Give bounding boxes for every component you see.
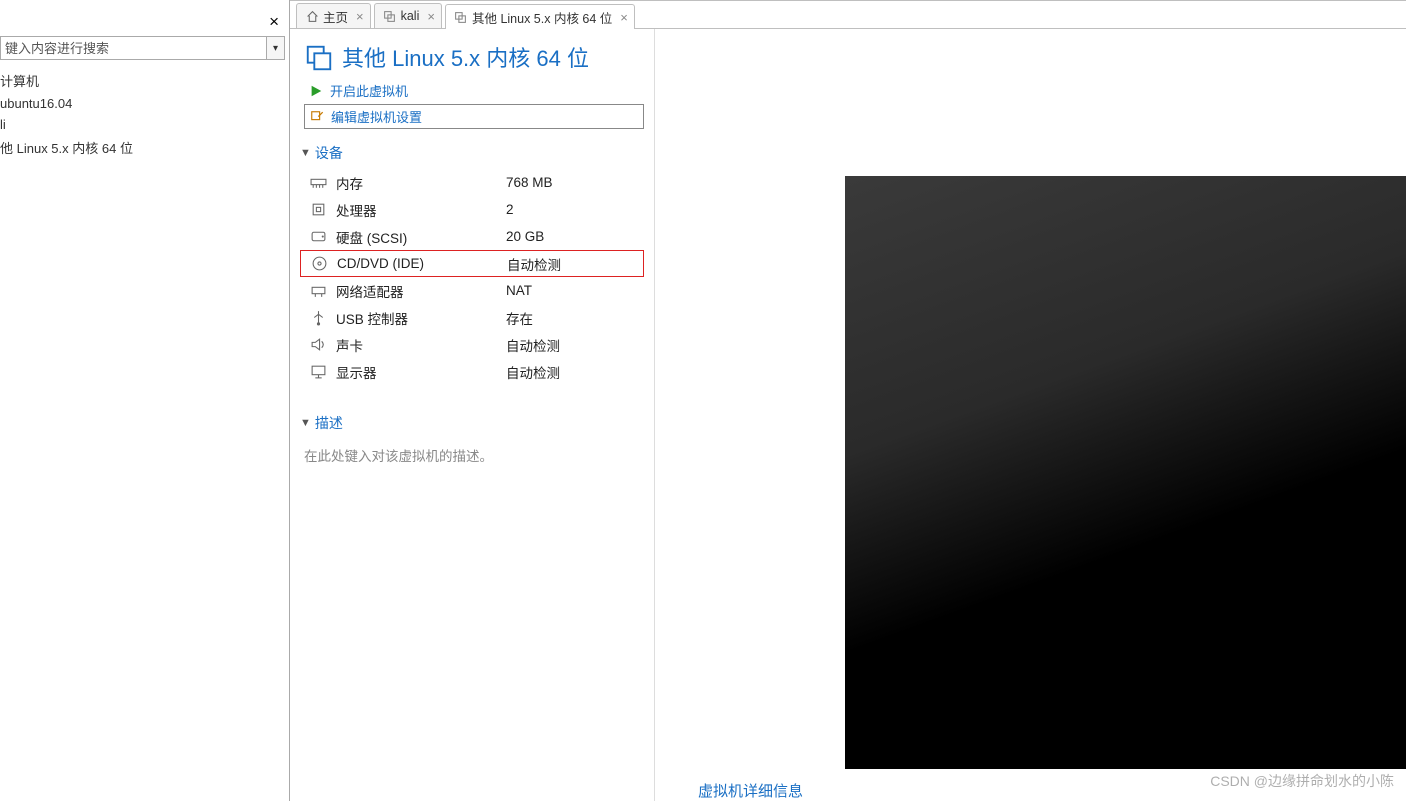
edit-settings-link[interactable]: 编辑虚拟机设置 (304, 104, 644, 129)
chevron-down-icon: ▼ (300, 417, 311, 429)
vm-details-link[interactable]: 虚拟机详细信息 (698, 780, 803, 801)
tree-item[interactable]: 他 Linux 5.x 内核 64 位 (0, 135, 289, 160)
sidebar-search: ▾ (0, 36, 285, 60)
device-row-disk[interactable]: 硬盘 (SCSI) 20 GB (300, 223, 644, 250)
device-label: 处理器 (336, 200, 506, 220)
disk-icon (308, 227, 328, 247)
device-value: 20 GB (506, 229, 544, 244)
devices-section-header[interactable]: ▼ 设备 (300, 143, 644, 163)
tree-item[interactable]: 计算机 (0, 68, 289, 93)
vm-icon (383, 9, 397, 23)
close-icon[interactable]: × (269, 13, 279, 30)
tree-item[interactable]: ubuntu16.04 (0, 93, 289, 114)
vm-screen-thumbnail (845, 176, 1406, 769)
sound-icon (308, 335, 328, 355)
device-row-usb[interactable]: USB 控制器 存在 (300, 304, 644, 331)
device-value: NAT (506, 283, 532, 298)
cd-icon (309, 254, 329, 274)
device-value: 2 (506, 202, 514, 217)
devices-list: 内存 768 MB 处理器 2 硬盘 (SCSI) 20 GB (300, 169, 644, 385)
action-label: 编辑虚拟机设置 (331, 107, 422, 126)
device-label: USB 控制器 (336, 308, 506, 328)
home-icon (305, 9, 319, 23)
device-label: 声卡 (336, 335, 506, 355)
edit-icon (309, 109, 325, 125)
tab-label: 主页 (323, 7, 348, 26)
display-icon (308, 362, 328, 382)
vm-details-panel: 其他 Linux 5.x 内核 64 位 开启此虚拟机 编辑虚拟机设置 (290, 29, 655, 801)
device-value: 768 MB (506, 175, 553, 190)
device-row-network[interactable]: 网络适配器 NAT (300, 277, 644, 304)
tab-bar: 主页 × kali × 其他 Linux 5.x 内核 64 位 × (290, 0, 1406, 29)
device-row-memory[interactable]: 内存 768 MB (300, 169, 644, 196)
search-dropdown-icon[interactable]: ▾ (267, 36, 285, 60)
main-area: 主页 × kali × 其他 Linux 5.x 内核 64 位 × (290, 0, 1406, 801)
vm-icon (454, 10, 468, 24)
tab-label: 其他 Linux 5.x 内核 64 位 (472, 8, 612, 27)
tab-label: kali (401, 9, 420, 23)
usb-icon (308, 308, 328, 328)
power-on-link[interactable]: 开启此虚拟机 (304, 77, 644, 104)
device-value: 存在 (506, 308, 533, 328)
section-title: 设备 (315, 143, 343, 163)
device-label: CD/DVD (IDE) (337, 256, 507, 271)
search-input[interactable] (0, 36, 267, 60)
description-section-header[interactable]: ▼ 描述 (300, 413, 644, 433)
chevron-down-icon: ▼ (300, 147, 311, 159)
tab-close-icon[interactable]: × (427, 9, 435, 24)
cpu-icon (308, 200, 328, 220)
network-icon (308, 281, 328, 301)
device-label: 内存 (336, 173, 506, 193)
vm-actions: 开启此虚拟机 编辑虚拟机设置 (304, 77, 644, 129)
play-icon (308, 83, 324, 99)
device-value: 自动检测 (507, 254, 561, 274)
watermark-text: CSDN @边缘拼命划水的小陈 (1210, 771, 1394, 791)
vm-title-text: 其他 Linux 5.x 内核 64 位 (342, 41, 589, 73)
vm-tree: 计算机 ubuntu16.04 li 他 Linux 5.x 内核 64 位 (0, 62, 289, 160)
vm-icon (304, 43, 332, 71)
vm-preview-panel (655, 29, 1406, 801)
tab-close-icon[interactable]: × (356, 9, 364, 24)
section-title: 描述 (315, 413, 343, 433)
device-row-cddvd[interactable]: CD/DVD (IDE) 自动检测 (300, 250, 644, 277)
device-row-sound[interactable]: 声卡 自动检测 (300, 331, 644, 358)
device-value: 自动检测 (506, 362, 560, 382)
library-sidebar: × ▾ 计算机 ubuntu16.04 li 他 Linux 5.x 内核 64… (0, 0, 290, 801)
tab-kali[interactable]: kali × (374, 3, 442, 28)
device-label: 网络适配器 (336, 281, 506, 301)
tab-other-linux[interactable]: 其他 Linux 5.x 内核 64 位 × (445, 4, 635, 29)
description-placeholder[interactable]: 在此处键入对该虚拟机的描述。 (300, 439, 644, 465)
memory-icon (308, 173, 328, 193)
tab-close-icon[interactable]: × (620, 10, 628, 25)
action-label: 开启此虚拟机 (330, 81, 408, 100)
device-label: 硬盘 (SCSI) (336, 227, 506, 247)
vm-title: 其他 Linux 5.x 内核 64 位 (304, 41, 644, 73)
device-label: 显示器 (336, 362, 506, 382)
device-value: 自动检测 (506, 335, 560, 355)
device-row-cpu[interactable]: 处理器 2 (300, 196, 644, 223)
tree-item[interactable]: li (0, 114, 289, 135)
tab-home[interactable]: 主页 × (296, 3, 371, 28)
device-row-display[interactable]: 显示器 自动检测 (300, 358, 644, 385)
